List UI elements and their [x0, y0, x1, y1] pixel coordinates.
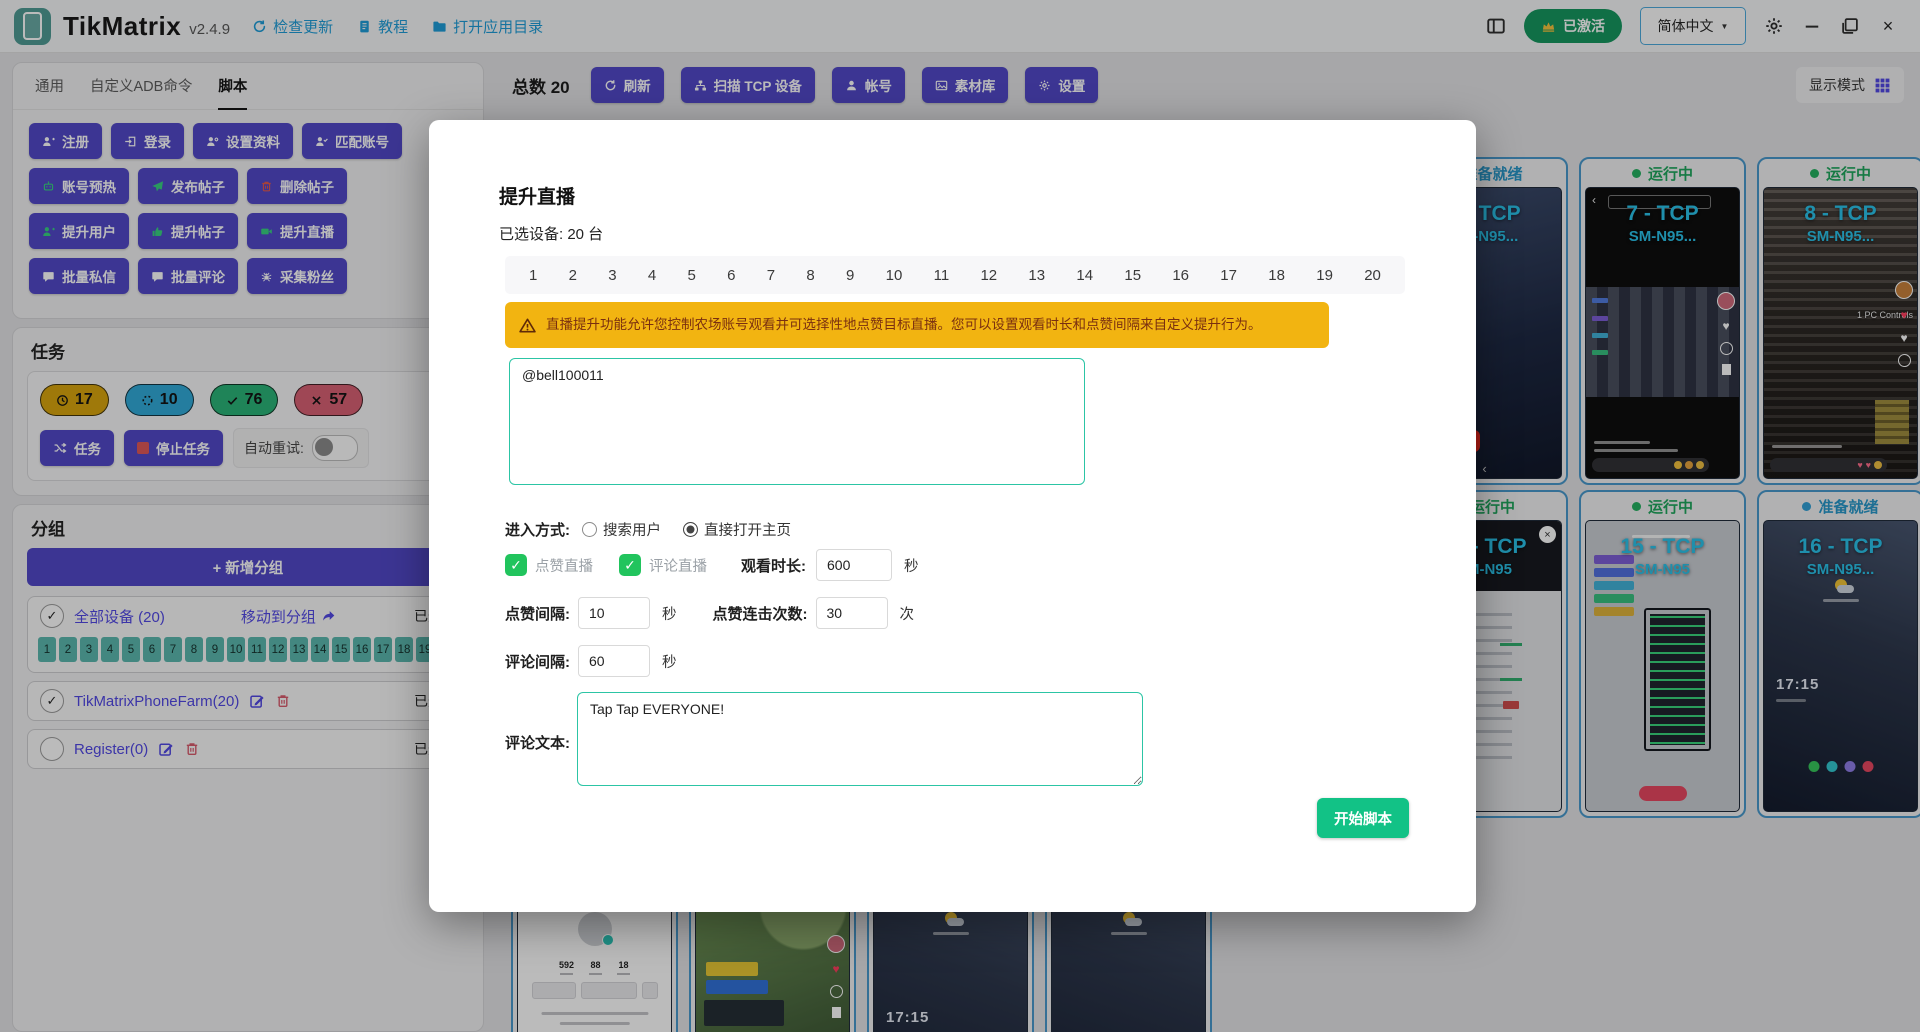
- modal-device-number[interactable]: 15: [1124, 267, 1141, 284]
- modal-device-number[interactable]: 1: [529, 267, 537, 284]
- modal-device-number[interactable]: 2: [569, 267, 577, 284]
- like-interval-row: 点赞间隔: 秒 点赞连击次数: 次: [505, 596, 914, 630]
- modal-device-number[interactable]: 20: [1364, 267, 1381, 284]
- comment-interval-label: 评论间隔:: [505, 651, 570, 672]
- live-options-row: ✓ 点赞直播 ✓ 评论直播 观看时长: 秒: [505, 548, 919, 582]
- watch-duration-label: 观看时长:: [741, 555, 806, 576]
- like-live-label: 点赞直播: [535, 555, 593, 576]
- modal-device-number[interactable]: 19: [1316, 267, 1333, 284]
- entry-mode-label: 进入方式:: [505, 519, 570, 540]
- warning-text: 直播提升功能允许您控制农场账号观看并可选择性地点赞目标直播。您可以设置观看时长和…: [546, 316, 1262, 334]
- radio-open-homepage[interactable]: 直接打开主页: [683, 519, 791, 540]
- comment-text-label: 评论文本:: [505, 732, 570, 753]
- seconds-unit: 秒: [662, 603, 677, 624]
- boost-live-modal: 提升直播 已选设备: 20 台 123456789101112131415161…: [429, 120, 1476, 912]
- seconds-unit: 秒: [904, 555, 919, 576]
- comment-live-label: 评论直播: [649, 555, 707, 576]
- seconds-unit: 秒: [662, 651, 677, 672]
- modal-device-number[interactable]: 18: [1268, 267, 1285, 284]
- entry-mode-row: 进入方式: 搜索用户 直接打开主页: [505, 512, 791, 546]
- watch-duration-input[interactable]: [816, 549, 892, 581]
- modal-device-number[interactable]: 11: [934, 267, 950, 284]
- modal-device-number[interactable]: 7: [767, 267, 775, 284]
- comment-text-textarea[interactable]: Tap Tap EVERYONE!: [577, 692, 1143, 786]
- modal-device-number[interactable]: 10: [886, 267, 903, 284]
- modal-device-number[interactable]: 4: [648, 267, 656, 284]
- app-window: TikMatrix v2.4.9 检查更新教程打开应用目录 已激活 简体中文 ▼…: [0, 0, 1920, 1032]
- like-interval-input[interactable]: [578, 597, 650, 629]
- target-user-textarea[interactable]: @bell100011: [509, 358, 1085, 485]
- modal-device-number[interactable]: 9: [846, 267, 854, 284]
- comment-interval-input[interactable]: [578, 645, 650, 677]
- modal-device-number[interactable]: 13: [1028, 267, 1045, 284]
- like-combo-label: 点赞连击次数:: [713, 603, 808, 624]
- warning-icon: [519, 317, 536, 334]
- radio-search-user[interactable]: 搜索用户: [582, 519, 661, 540]
- selected-devices-label: 已选设备: 20 台: [499, 223, 603, 244]
- warning-banner: 直播提升功能允许您控制农场账号观看并可选择性地点赞目标直播。您可以设置观看时长和…: [505, 302, 1329, 348]
- modal-device-number[interactable]: 8: [806, 267, 814, 284]
- device-number-bar: 1234567891011121314151617181920: [505, 256, 1405, 294]
- comment-live-checkbox[interactable]: ✓: [619, 554, 641, 576]
- like-combo-input[interactable]: [816, 597, 888, 629]
- modal-device-number[interactable]: 14: [1076, 267, 1093, 284]
- radio-open-homepage-label: 直接打开主页: [704, 519, 791, 540]
- modal-device-number[interactable]: 12: [980, 267, 997, 284]
- modal-device-number[interactable]: 16: [1172, 267, 1189, 284]
- radio-off-icon: [582, 522, 597, 537]
- radio-on-icon: [683, 522, 698, 537]
- comment-interval-row: 评论间隔: 秒: [505, 644, 677, 678]
- modal-device-number[interactable]: 17: [1220, 267, 1237, 284]
- like-live-checkbox[interactable]: ✓: [505, 554, 527, 576]
- start-script-button[interactable]: 开始脚本: [1317, 798, 1409, 838]
- radio-search-user-label: 搜索用户: [603, 519, 661, 540]
- modal-device-number[interactable]: 6: [727, 267, 735, 284]
- modal-title: 提升直播: [499, 182, 575, 209]
- like-interval-label: 点赞间隔:: [505, 603, 570, 624]
- modal-device-number[interactable]: 3: [608, 267, 616, 284]
- modal-device-number[interactable]: 5: [688, 267, 696, 284]
- times-unit: 次: [900, 603, 915, 624]
